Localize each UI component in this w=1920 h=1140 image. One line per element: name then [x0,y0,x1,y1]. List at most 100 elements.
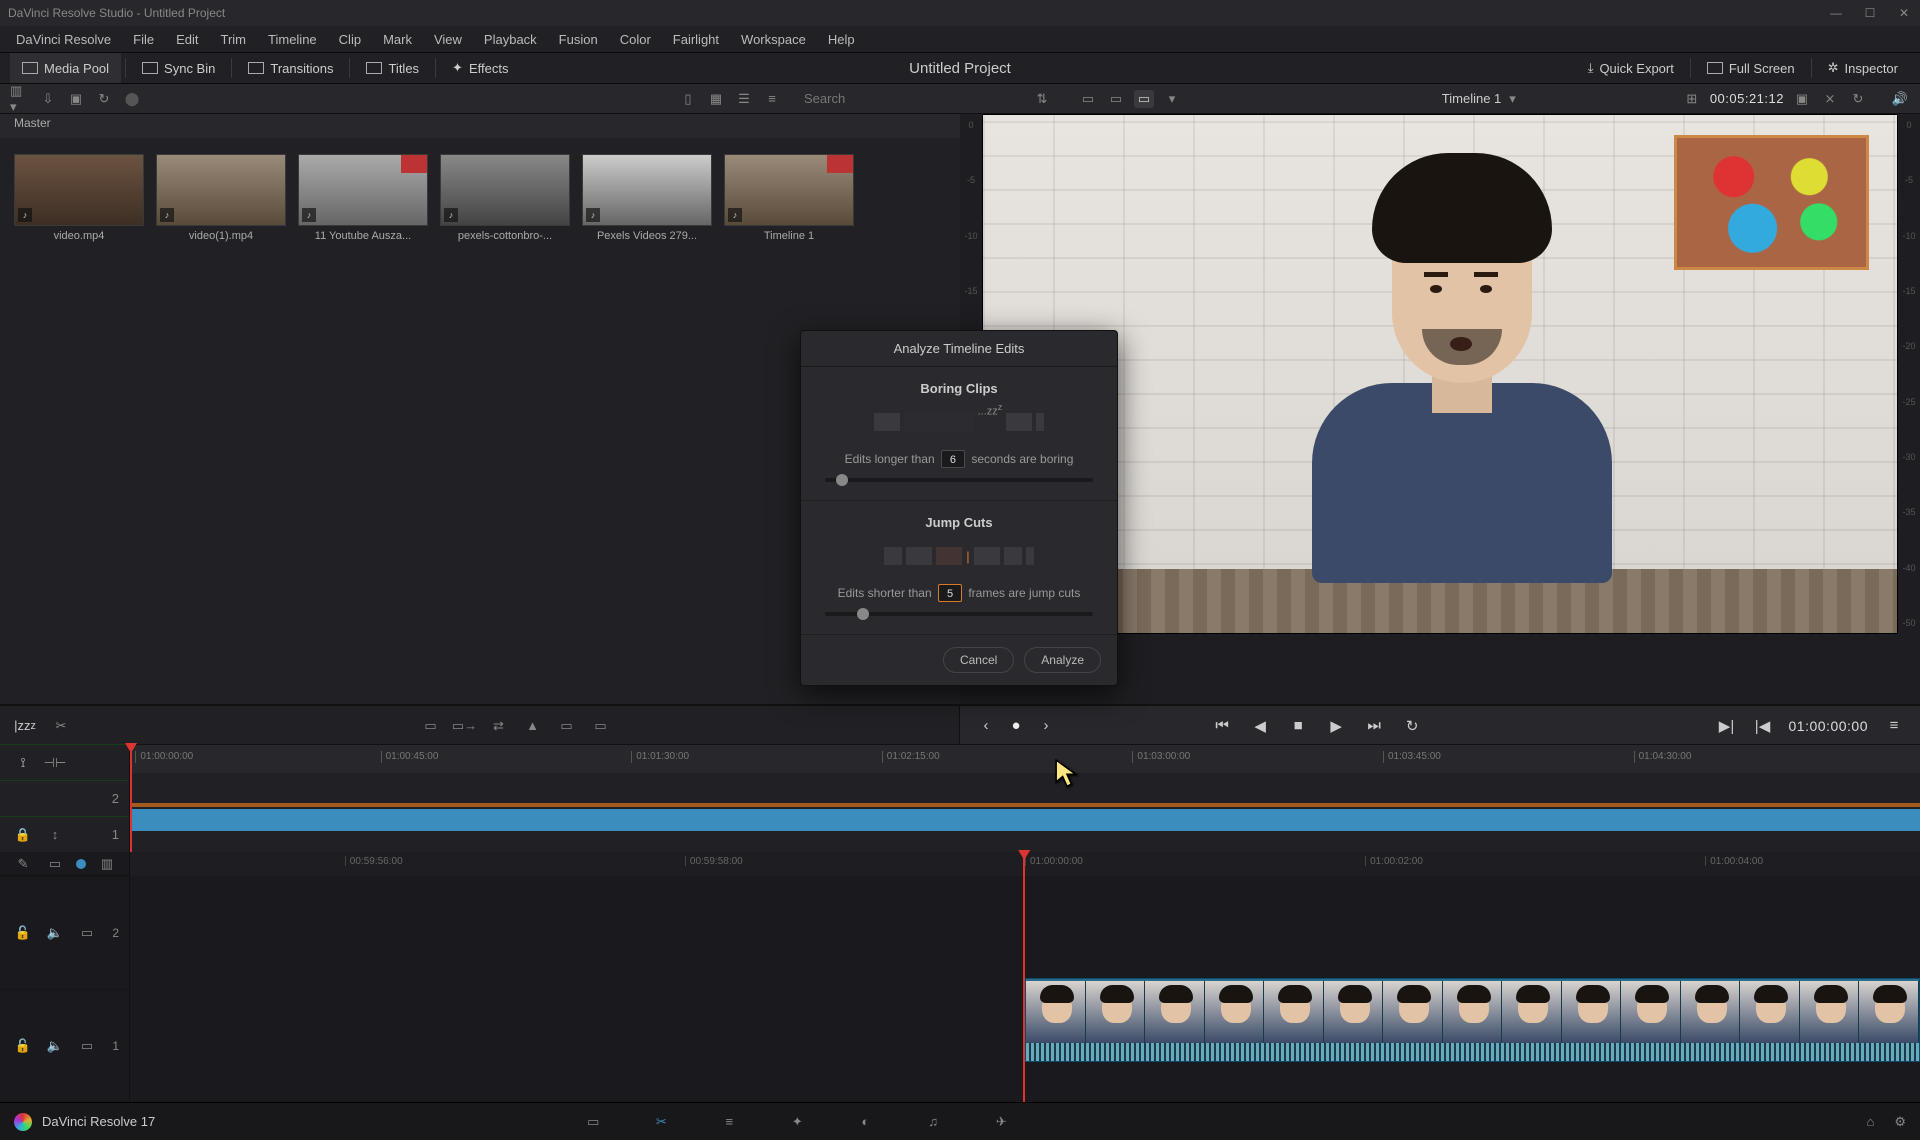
playhead[interactable] [1023,852,1025,1102]
play-icon[interactable]: ▶ [1326,717,1346,735]
window-maximize-icon[interactable]: ☐ [1862,6,1878,20]
boring-detector-icon[interactable]: |zzz [14,716,36,736]
track-header-v2[interactable]: 2 [0,780,129,816]
place-on-top-icon[interactable]: ▭ [556,716,578,736]
window-close-icon[interactable]: ✕ [1896,6,1912,20]
step-back-icon[interactable]: ◀ [1250,717,1270,735]
speaker-icon[interactable]: 🔊 [1890,90,1910,108]
color-page-icon[interactable]: ◐ [854,1113,876,1131]
pool-breadcrumb[interactable]: Master [0,114,960,138]
quick-export-button[interactable]: ⤓ Quick Export [1576,53,1686,83]
analyze-button[interactable]: Analyze [1024,647,1101,673]
bin-list-icon[interactable]: ▥ ▾ [10,90,30,108]
sort-icon[interactable]: ⇅ [1032,90,1052,108]
import-folder-icon[interactable]: ▣ [66,90,86,108]
media-clip[interactable]: ♪Timeline 1 [724,154,854,242]
source-overwrite-icon[interactable]: ▭ [590,716,612,736]
bypass-icon[interactable]: ⨯ [1820,90,1840,108]
track-color-icon[interactable]: ▭ [76,1036,98,1056]
closeup-icon[interactable]: ▲ [522,716,544,736]
sync-lock-icon[interactable]: ↕ [44,825,66,845]
record-icon[interactable]: ⬤ [122,90,142,108]
smart-insert-icon[interactable]: ▭ [420,716,442,736]
menu-item[interactable]: Clip [329,29,371,50]
lock-icon[interactable]: 🔒 [12,825,34,845]
media-page-icon[interactable]: ▭ [582,1113,604,1131]
fairlight-page-icon[interactable]: ♫ [922,1113,944,1131]
boring-slider[interactable] [825,478,1093,482]
lock-icon[interactable]: 🔓 [12,923,34,943]
menu-item[interactable]: Fairlight [663,29,729,50]
slider-knob[interactable] [836,474,848,486]
boring-seconds-input[interactable]: 6 [941,450,965,468]
sync-icon[interactable]: ↻ [94,90,114,108]
slider-knob[interactable] [857,608,869,620]
go-end-icon[interactable]: ⏭ [1364,717,1384,734]
stop-icon[interactable]: ■ [1288,717,1308,734]
go-start-icon[interactable]: ⏮ [1212,717,1232,734]
view-metadata-icon[interactable]: ▯ [678,90,698,108]
ripple-icon[interactable]: ⇄ [488,716,510,736]
loop-options-icon[interactable]: ↻ [1848,90,1868,108]
mark-out-icon[interactable]: |◀ [1753,717,1773,735]
search-input[interactable]: Search [804,91,1024,106]
current-edit-icon[interactable]: ● [1006,717,1026,734]
menu-item[interactable]: Mark [373,29,422,50]
project-settings-icon[interactable]: ⚙ [1894,1114,1906,1130]
menu-item[interactable]: Fusion [549,29,608,50]
trim-tool-icon[interactable]: ⊣⊢ [44,753,66,773]
mute-icon[interactable]: 🔈 [44,923,66,943]
timeline-options-icon[interactable]: ≡ [1884,717,1904,734]
viewer-options-icon[interactable]: ▾ [1162,90,1182,108]
menu-item[interactable]: Playback [474,29,547,50]
menu-item[interactable]: Trim [211,29,257,50]
media-clip[interactable]: ♪Pexels Videos 279... [582,154,712,242]
av-icon[interactable]: ▥ [96,854,118,874]
selection-tool-icon[interactable]: ⟟ [12,753,34,773]
snapshot-icon[interactable]: ▣ [1792,90,1812,108]
timeline-clip[interactable] [1025,978,1920,1062]
transitions-button[interactable]: Transitions [236,53,345,83]
lock-icon[interactable]: 🔓 [12,1036,34,1056]
media-clip[interactable]: ♪11 Youtube Ausza... [298,154,428,242]
cut-page-icon[interactable]: ✂ [650,1113,672,1131]
timeline-name[interactable]: Timeline 1 [1442,91,1501,106]
sync-bin-button[interactable]: Sync Bin [130,53,227,83]
edit-page-icon[interactable]: ≡ [718,1113,740,1131]
jump-frames-input[interactable]: 5 [938,584,962,602]
menu-item[interactable]: Edit [166,29,208,50]
menu-item[interactable]: Color [610,29,661,50]
marker-icon[interactable]: ✎ [12,854,34,874]
viewer-mode-tape-icon[interactable]: ▭ [1106,90,1126,108]
track-header-a2[interactable]: 🔓 🔈 ▭ 2 [0,876,129,989]
upper-ruler[interactable]: 01:00:00:00 01:00:45:00 01:01:30:00 01:0… [130,745,1920,773]
deliver-page-icon[interactable]: ✈ [990,1113,1012,1131]
home-icon[interactable]: ⌂ [1866,1114,1874,1130]
view-strip-icon[interactable]: ☰ [734,90,754,108]
menu-item[interactable]: View [424,29,472,50]
safe-area-icon[interactable]: ⊞ [1682,90,1702,108]
prev-edit-icon[interactable]: ‹ [976,717,996,734]
effects-button[interactable]: ✦ Effects [440,53,520,83]
append-icon[interactable]: ▭→ [454,716,476,736]
audio-view-icon[interactable] [76,859,86,869]
menu-item[interactable]: Help [818,29,865,50]
playhead-timecode[interactable]: 01:00:00:00 [1789,718,1868,734]
chevron-down-icon[interactable]: ▾ [1509,91,1516,107]
media-clip[interactable]: ♪video.mp4 [14,154,144,242]
fusion-page-icon[interactable]: ✦ [786,1113,808,1131]
mute-icon[interactable]: 🔈 [44,1036,66,1056]
titles-button[interactable]: Titles [354,53,431,83]
video-preview[interactable] [982,114,1898,634]
loop-icon[interactable]: ↻ [1402,717,1422,735]
menu-item[interactable]: Timeline [258,29,327,50]
next-edit-icon[interactable]: › [1036,717,1056,734]
view-list-icon[interactable]: ≡ [762,90,782,108]
lower-timeline-body[interactable]: 00:59:56:00 00:59:58:00 01:00:00:00 01:0… [130,852,1920,1102]
cancel-button[interactable]: Cancel [943,647,1014,673]
video-only-icon[interactable]: ▭ [44,854,66,874]
jump-slider[interactable] [825,612,1093,616]
inspector-button[interactable]: ✲ Inspector [1816,53,1910,83]
track-header-v1[interactable]: 🔒 ↕ 1 [0,816,129,852]
menu-item[interactable]: Workspace [731,29,816,50]
